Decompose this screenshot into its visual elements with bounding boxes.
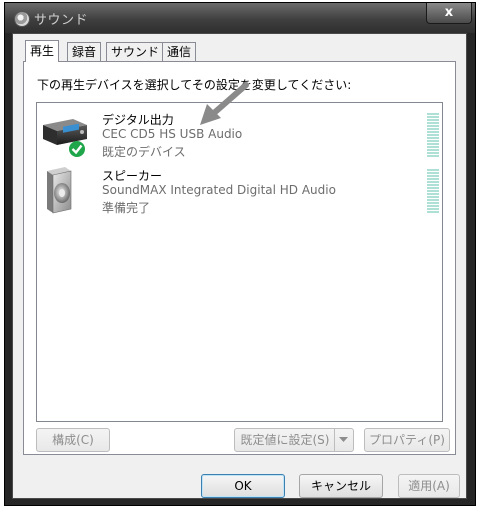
tab-playback[interactable]: 再生 [25, 40, 60, 62]
speaker-app-icon [14, 11, 30, 27]
device-status: 準備完了 [102, 201, 151, 215]
properties-button[interactable]: プロパティ(P) [364, 428, 450, 452]
instruction-text: 下の再生デバイスを選択してその設定を変更してください: [37, 78, 352, 92]
sound-dialog-window: サウンド x 再生 録音 サウンド 通信 下の再生デバイスを選択してその設定を変… [4, 2, 476, 506]
window-title: サウンド [34, 13, 89, 28]
level-meter [427, 169, 439, 213]
tab-sounds[interactable]: サウンド [106, 42, 165, 61]
set-default-label: 既定値に設定(S) [240, 433, 330, 447]
device-name: デジタル出力 [102, 113, 174, 127]
title-bar[interactable]: サウンド x [5, 3, 475, 33]
device-description: CEC CD5 HS USB Audio [102, 127, 243, 141]
device-status: 既定のデバイス [102, 145, 186, 159]
cancel-button[interactable]: キャンセル [299, 474, 383, 498]
device-name: スピーカー [102, 169, 163, 183]
digital-output-device-icon [41, 111, 89, 159]
playback-tab-panel: 下の再生デバイスを選択してその設定を変更してください: デジタル出力 CEC C… [23, 61, 456, 455]
set-default-button[interactable]: 既定値に設定(S) [234, 428, 354, 452]
dialog-client-area: 再生 録音 サウンド 通信 下の再生デバイスを選択してその設定を変更してください… [12, 33, 467, 499]
ok-button[interactable]: OK [201, 474, 285, 498]
tab-recording[interactable]: 録音 [67, 42, 102, 61]
list-item-digital-output[interactable]: デジタル出力 CEC CD5 HS USB Audio 既定のデバイス [37, 111, 442, 167]
configure-button[interactable]: 構成(C) [36, 428, 110, 452]
speaker-icon [41, 167, 89, 215]
apply-button[interactable]: 適用(A) [398, 474, 460, 498]
playback-device-list[interactable]: デジタル出力 CEC CD5 HS USB Audio 既定のデバイス スピーカ… [36, 102, 443, 422]
list-item-speakers[interactable]: スピーカー SoundMAX Integrated Digital HD Aud… [37, 167, 442, 223]
level-meter [427, 113, 439, 157]
tab-communications[interactable]: 通信 [162, 42, 197, 61]
device-description: SoundMAX Integrated Digital HD Audio [102, 183, 336, 197]
chevron-down-icon[interactable] [334, 429, 353, 451]
close-button[interactable]: x [426, 3, 472, 24]
